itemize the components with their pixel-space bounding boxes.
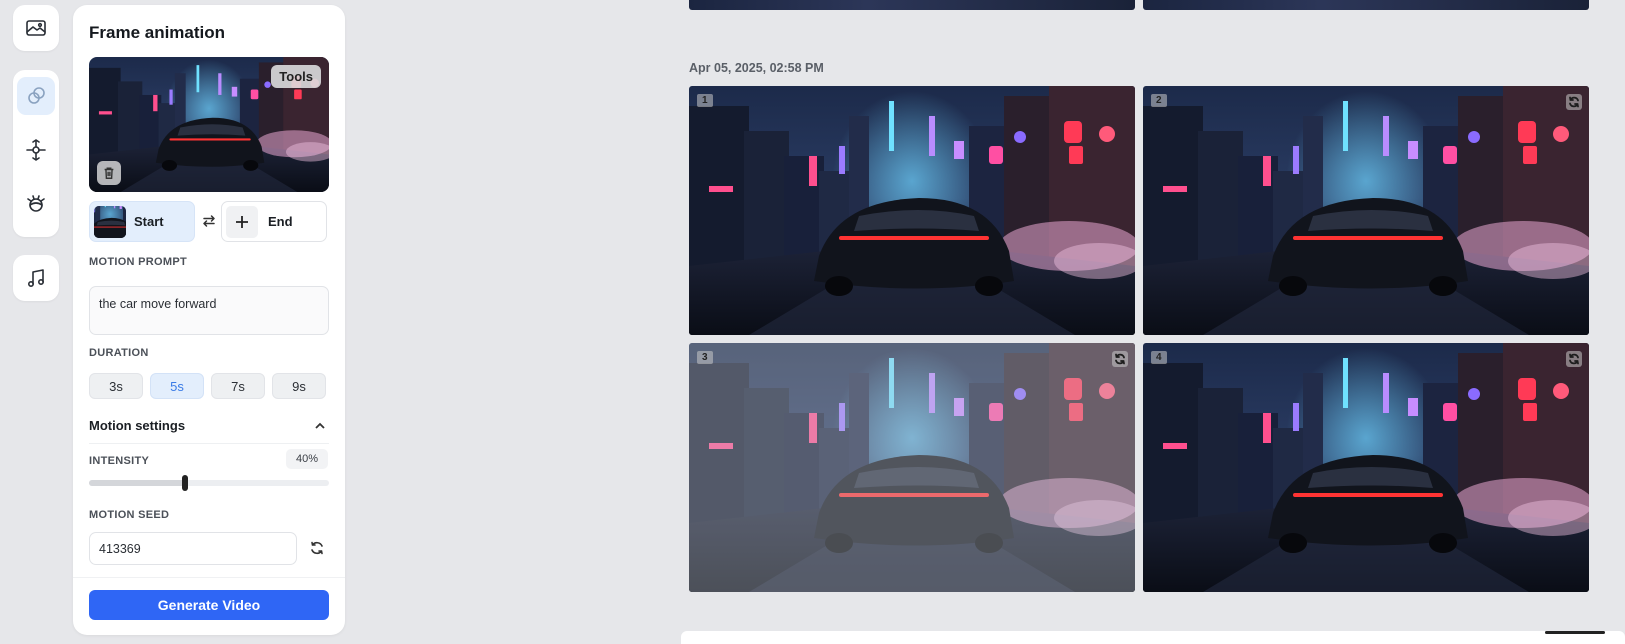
tile-fade-overlay — [689, 343, 1135, 592]
frame-selector: Start End — [89, 201, 329, 242]
preview-image: Tools — [89, 57, 329, 192]
motion-icon — [26, 139, 46, 161]
frame-animation-panel: Frame animation Tools Start End MOTION P… — [73, 5, 345, 635]
end-frame-label: End — [268, 214, 293, 229]
result-tile-2[interactable]: 2 — [1143, 86, 1589, 335]
randomize-seed-button[interactable] — [309, 540, 327, 558]
end-frame-button[interactable]: End — [221, 201, 327, 242]
refresh-icon — [1115, 353, 1125, 365]
result-tile-4[interactable]: 4 — [1143, 343, 1589, 592]
tile-number: 1 — [697, 94, 713, 107]
video-thumbnail — [689, 86, 1135, 335]
intensity-label: INTENSITY — [89, 455, 150, 467]
refresh-icon — [1569, 96, 1579, 108]
add-frame-box — [226, 205, 258, 238]
rail-item-motion[interactable] — [17, 131, 55, 169]
intensity-slider-fill — [89, 480, 185, 486]
tile-number: 4 — [1151, 351, 1167, 364]
rail-item-music[interactable] — [17, 259, 55, 297]
duration-option-9s[interactable]: 9s — [272, 373, 326, 399]
intensity-slider[interactable] — [89, 475, 329, 491]
motion-prompt-label: MOTION PROMPT — [89, 256, 188, 268]
delete-button[interactable] — [97, 161, 121, 185]
video-thumbnail — [1143, 86, 1589, 335]
tools-button[interactable]: Tools — [271, 65, 321, 88]
frames-icon — [28, 87, 45, 104]
panel-title: Frame animation — [89, 23, 226, 42]
swap-icon — [203, 215, 215, 227]
result-tile-1[interactable]: 1 — [689, 86, 1135, 335]
motion-settings-header[interactable]: Motion settings — [89, 418, 185, 433]
duration-option-7s[interactable]: 7s — [211, 373, 265, 399]
rail-item-image[interactable] — [17, 9, 55, 47]
rail-card-gallery — [13, 5, 59, 51]
swap-frames-button[interactable] — [201, 213, 217, 229]
tile-number: 2 — [1151, 94, 1167, 107]
divider — [89, 443, 329, 444]
motion-prompt-input[interactable]: the car move forward — [89, 286, 329, 335]
motion-seed-input[interactable]: 413369 — [89, 532, 297, 565]
divider — [73, 577, 345, 578]
refresh-icon — [311, 541, 323, 555]
refresh-icon — [1569, 353, 1579, 365]
rail-item-character[interactable] — [17, 185, 55, 223]
tile-number: 3 — [697, 351, 713, 364]
previous-result-strip[interactable] — [1143, 0, 1589, 10]
next-result-card — [681, 631, 1625, 644]
image-icon — [26, 20, 46, 36]
intensity-slider-handle[interactable] — [182, 475, 188, 491]
regenerate-button[interactable] — [1566, 351, 1582, 367]
start-frame-button[interactable]: Start — [89, 201, 195, 242]
duration-label: DURATION — [89, 347, 149, 359]
plus-icon — [236, 215, 248, 228]
start-frame-label: Start — [134, 214, 164, 229]
duration-option-3s[interactable]: 3s — [89, 373, 143, 399]
regenerate-button[interactable] — [1112, 351, 1128, 367]
duration-option-5s[interactable]: 5s — [150, 373, 204, 399]
card-top-bar — [1545, 631, 1605, 634]
generation-date: Apr 05, 2025, 02:58 PM — [689, 61, 824, 75]
regenerate-button[interactable] — [1566, 94, 1582, 110]
chevron-up-icon — [315, 422, 325, 429]
intensity-value: 40% — [286, 449, 328, 469]
video-thumbnail — [1143, 343, 1589, 592]
motion-seed-label: MOTION SEED — [89, 509, 170, 521]
trash-icon — [104, 167, 114, 179]
duration-options: 3s 5s 7s 9s — [89, 373, 329, 399]
rail-item-frames[interactable] — [17, 77, 55, 115]
music-icon — [28, 269, 45, 288]
motion-settings-toggle[interactable] — [313, 419, 327, 433]
result-tile-3[interactable]: 3 — [689, 343, 1135, 592]
previous-result-strip[interactable] — [689, 0, 1135, 10]
rail-card-tools — [13, 70, 59, 237]
rail-card-audio — [13, 255, 59, 301]
start-frame-thumbnail — [94, 205, 126, 238]
generate-video-button[interactable]: Generate Video — [89, 590, 329, 620]
character-icon — [27, 195, 45, 212]
